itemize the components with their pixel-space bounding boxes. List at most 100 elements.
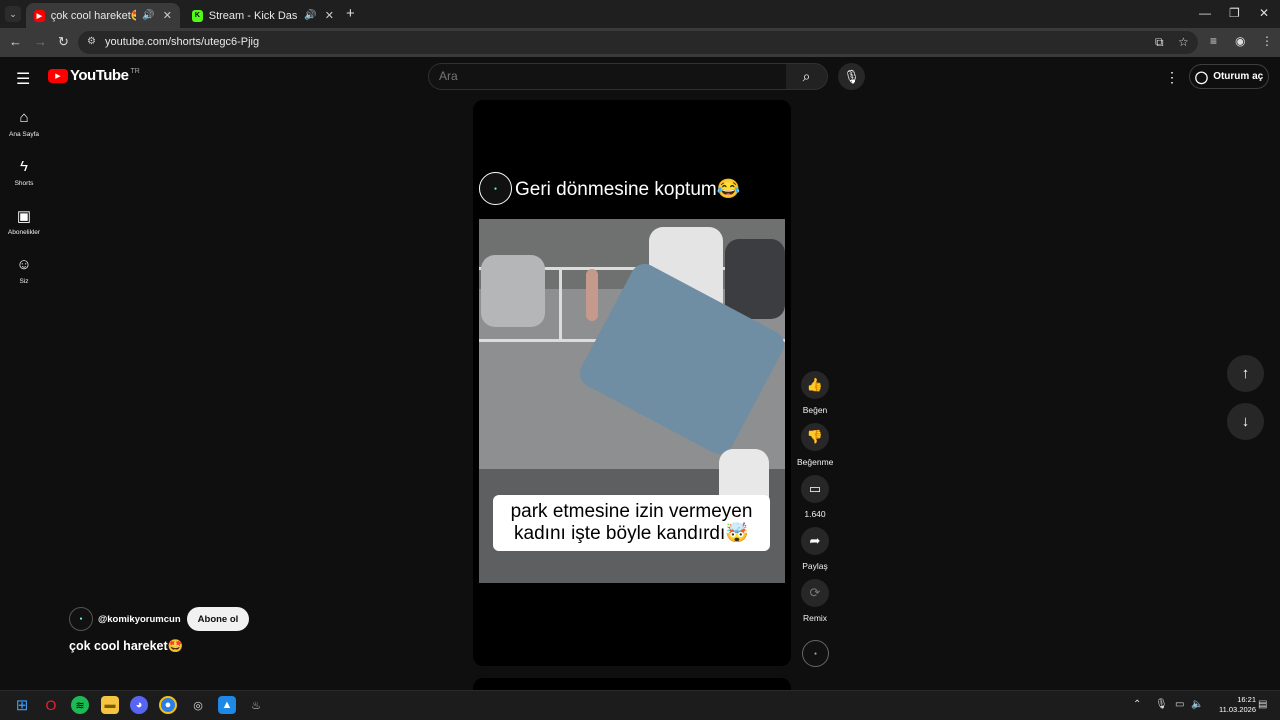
next-short-button[interactable]: ↓: [1227, 403, 1264, 440]
remix-button[interactable]: ⟳: [801, 579, 829, 607]
windows-start-icon[interactable]: ⊞: [13, 696, 31, 714]
network-icon[interactable]: ▭: [1175, 699, 1184, 710]
microphone-tray-icon[interactable]: 🎙: [1155, 699, 1168, 710]
site-info-icon[interactable]: ⚙: [87, 36, 96, 47]
close-window-icon[interactable]: ✕: [1259, 6, 1269, 20]
menu-hamburger-icon[interactable]: ☰: [16, 69, 30, 89]
parked-silver-car: [481, 255, 545, 327]
bookmark-star-icon[interactable]: ☆: [1178, 35, 1189, 49]
share-label: Paylaş: [802, 561, 828, 571]
sidebar-item-you[interactable]: ☺ Siz: [0, 256, 48, 285]
next-short-preview[interactable]: [473, 678, 791, 690]
discord-icon[interactable]: ◕: [130, 696, 148, 714]
tab-youtube[interactable]: ▶ çok cool hareket🤩 - YouTube 🔊 ✕: [26, 3, 180, 28]
voice-search-button[interactable]: 🎙: [838, 63, 865, 90]
youtube-play-icon: ▶: [48, 68, 68, 83]
sidebar-item-subscriptions[interactable]: ▣ Abonelikler: [0, 207, 48, 236]
browser-menu-icon[interactable]: ⋮: [1261, 34, 1273, 48]
dislike-action[interactable]: 👎 Beğenme: [797, 423, 833, 467]
overlay-line-1: park etmesine izin vermeyen: [510, 501, 753, 522]
microphone-icon: 🎙: [843, 68, 860, 84]
reload-icon[interactable]: ↻: [58, 34, 69, 50]
sign-in-button[interactable]: ◯ Oturum aç: [1189, 64, 1269, 89]
speaker-icon[interactable]: 🔊: [304, 10, 316, 21]
tray-chevron-icon[interactable]: ⌃: [1133, 699, 1141, 710]
shorts-icon: ϟ: [20, 158, 28, 175]
spotify-icon[interactable]: ≋: [71, 696, 89, 714]
parked-dark-car: [725, 239, 785, 319]
search-button[interactable]: ⌕: [786, 63, 828, 90]
url-text[interactable]: youtube.com/shorts/utegc6-Pjig: [105, 36, 259, 48]
account-icon: ◯: [1194, 69, 1209, 84]
like-action[interactable]: 👍 Beğen: [797, 371, 833, 415]
sidebar-item-label: Abonelikler: [7, 229, 41, 236]
youtube-logo[interactable]: ▶ YouTube TR: [48, 67, 140, 84]
speaker-icon[interactable]: 🔊: [142, 10, 154, 21]
media-controls-icon[interactable]: ≡: [1210, 34, 1217, 48]
sidebar-item-shorts[interactable]: ϟ Shorts: [0, 158, 48, 187]
tab-kick[interactable]: K Stream - Kick Dashboard 🔊 ✕: [184, 3, 342, 28]
tab-title: çok cool hareket🤩 - YouTube: [50, 10, 137, 22]
remix-label: Remix: [802, 613, 828, 623]
app-icon[interactable]: ◎: [189, 696, 207, 714]
remix-action[interactable]: ⟳ Remix: [797, 579, 833, 623]
new-tab-icon[interactable]: +: [346, 5, 355, 22]
comments-button[interactable]: ▭: [801, 475, 829, 503]
you-icon: ☺: [16, 256, 32, 273]
arrow-down-icon: ↓: [1241, 413, 1250, 430]
shorts-video-player[interactable]: ● Geri dönmesine koptum😂 park etmesine i…: [473, 100, 791, 666]
comments-count: 1.640: [804, 509, 826, 519]
channel-handle[interactable]: @komikyorumcun: [98, 614, 181, 625]
remix-icon: ⟳: [809, 585, 821, 600]
dislike-button[interactable]: 👎: [801, 423, 829, 451]
audio-source-avatar[interactable]: ●: [802, 640, 829, 667]
restore-icon[interactable]: ❐: [1229, 6, 1240, 20]
like-button[interactable]: 👍: [801, 371, 829, 399]
country-code: TR: [130, 67, 140, 75]
channel-avatar[interactable]: ●: [69, 607, 93, 631]
clock-date: 11.03.2026: [1219, 705, 1256, 714]
thumbs-down-icon: 👎: [806, 429, 824, 444]
omnibox[interactable]: ⚙ youtube.com/shorts/utegc6-Pjig ⧉ ☆: [78, 31, 1198, 54]
search-box[interactable]: [428, 63, 787, 90]
settings-kebab-icon[interactable]: ⋮: [1165, 69, 1179, 86]
share-icon: ➦: [809, 533, 821, 548]
forward-icon[interactable]: →: [34, 34, 47, 49]
sidebar-item-home[interactable]: ⌂ Ana Sayfa: [0, 109, 48, 138]
search-input[interactable]: [439, 69, 769, 83]
sign-in-label: Oturum aç: [1213, 71, 1264, 82]
short-title[interactable]: çok cool hareket🤩: [69, 639, 183, 654]
video-caption-overlay: park etmesine izin vermeyen kadını işte …: [493, 495, 770, 551]
close-tab-icon[interactable]: ✕: [163, 9, 172, 22]
install-app-icon[interactable]: ⧉: [1155, 35, 1164, 50]
volume-icon[interactable]: 🔈: [1191, 699, 1203, 710]
steam-icon[interactable]: ♨: [247, 696, 265, 714]
parking-line: [559, 269, 562, 339]
minimize-icon[interactable]: —: [1199, 6, 1211, 20]
system-clock[interactable]: 16:21 11.03.2026: [1206, 695, 1256, 715]
opera-icon[interactable]: O: [42, 696, 60, 714]
subscribe-button[interactable]: Abone ol: [186, 607, 250, 631]
sidebar-item-label: Siz: [19, 278, 29, 285]
sidebar-item-label: Shorts: [14, 180, 34, 187]
overlay-line-2: kadını işte böyle kandırdı🤯: [514, 523, 749, 544]
profile-icon[interactable]: ◉: [1235, 34, 1245, 48]
youtube-favicon-icon: ▶: [34, 9, 45, 22]
share-button[interactable]: ➦: [801, 527, 829, 555]
comments-action[interactable]: ▭ 1.640: [797, 475, 833, 519]
sidebar-item-label: Ana Sayfa: [9, 131, 39, 138]
notifications-icon[interactable]: ▤: [1258, 699, 1267, 710]
back-icon[interactable]: ←: [9, 34, 22, 49]
clock-time: 16:21: [1237, 695, 1256, 704]
dislike-label: Beğenme: [797, 457, 834, 467]
file-explorer-icon[interactable]: ▬: [101, 696, 119, 714]
search-icon: ⌕: [802, 68, 811, 84]
windows-taskbar: ⊞ O ≋ ▬ ◕ ● ◎ ▲ ♨ ⌃ 🎙 ▭ 🔈 16:21 11.03.20…: [0, 690, 1280, 720]
tab-search-button[interactable]: ⌄: [5, 6, 21, 22]
share-action[interactable]: ➦ Paylaş: [797, 527, 833, 571]
close-tab-icon[interactable]: ✕: [325, 9, 334, 22]
thumbs-up-icon: 👍: [806, 377, 824, 392]
previous-short-button[interactable]: ↑: [1227, 355, 1264, 392]
chrome-icon[interactable]: ●: [159, 696, 177, 714]
photos-icon[interactable]: ▲: [218, 696, 236, 714]
